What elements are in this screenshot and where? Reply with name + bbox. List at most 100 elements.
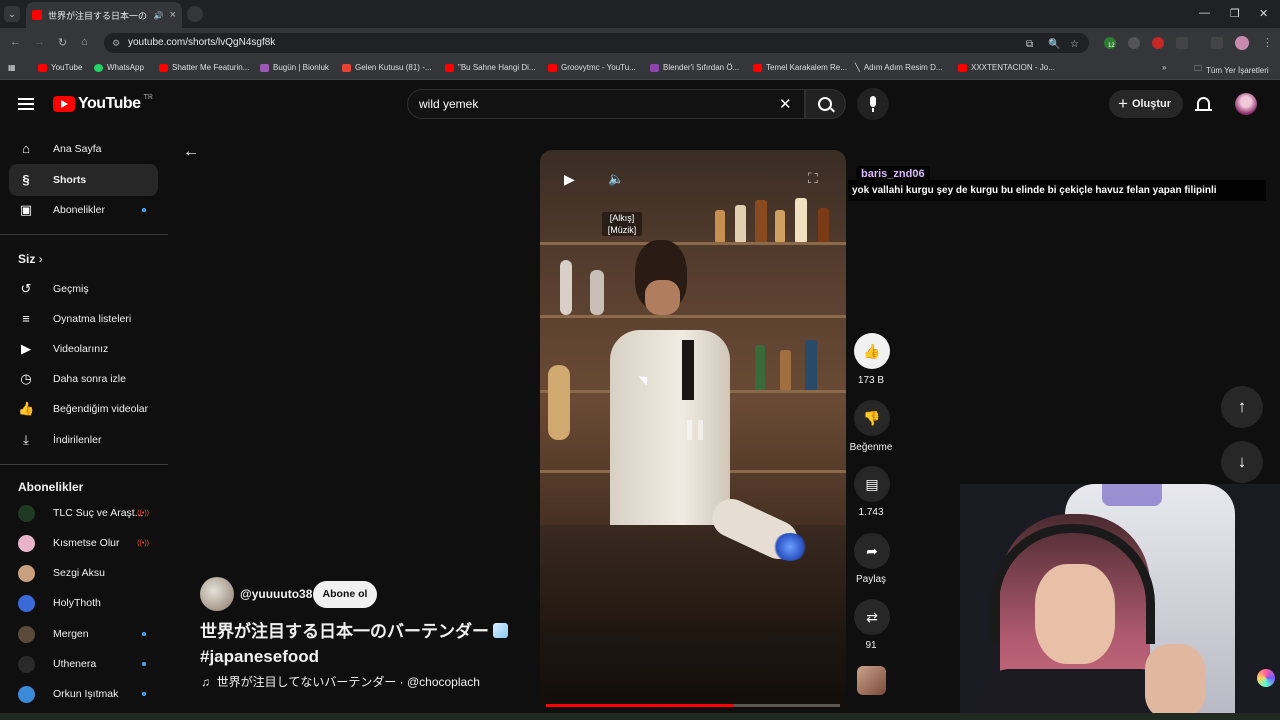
reload-icon[interactable]: ↻ [58, 36, 67, 49]
home-icon[interactable]: ⌂ [81, 36, 88, 48]
extension-icon-2[interactable] [1128, 37, 1140, 49]
progress-bar[interactable] [546, 704, 840, 707]
sidebar-item-subscriptions[interactable]: ▣ Abonelikler [9, 194, 158, 226]
volume-icon[interactable]: 🔈 [608, 171, 624, 187]
bookmark-item[interactable]: "Bu Sahne Hangi Di... [445, 63, 536, 72]
site-info-icon[interactable]: ⚙ [112, 33, 120, 53]
bookmark-item[interactable]: Groovytmc - YouTu... [548, 63, 636, 72]
youtube-logo[interactable]: YouTube TR [53, 94, 153, 113]
account-avatar[interactable] [1235, 93, 1257, 115]
sound-thumbnail[interactable] [857, 666, 886, 695]
bookmark-item[interactable]: Gelen Kutusu (81) -... [342, 63, 431, 72]
bookmark-item[interactable]: Blender'i Sıfırdan Ö... [650, 63, 739, 72]
statue [560, 260, 572, 315]
bookmark-item[interactable]: XXXTENTACION - Jo... [958, 63, 1055, 72]
bookmark-youtube-icon [958, 63, 967, 72]
bottle [805, 340, 817, 390]
music-credit[interactable]: ♫ 世界が注目してないバーテンダー · @chocoplach [201, 673, 480, 690]
bookmark-item[interactable]: Temel Karakalem Re... [753, 63, 847, 72]
hashtag-link[interactable]: #japanesefood [200, 647, 319, 666]
sidebar-channel[interactable]: Orkun Işıtmak [9, 678, 158, 710]
sidebar-item-your-videos[interactable]: ▶ Videolarınız [9, 333, 158, 365]
notifications-bell-icon[interactable] [1195, 97, 1212, 111]
sidebar-channel[interactable]: TLC Suç ve Araşt... ((•)) [9, 497, 158, 529]
dislike-button[interactable]: 👎 [854, 400, 890, 436]
extensions-puzzle-icon[interactable] [1176, 37, 1188, 49]
back-nav-icon[interactable]: ← [10, 36, 21, 48]
thumbs-down-icon: 👎 [863, 410, 881, 426]
fullscreen-icon[interactable]: ⛶ [808, 170, 818, 187]
sidebar-channel[interactable]: HolyThoth [9, 587, 158, 619]
extension-icon-3[interactable] [1152, 37, 1164, 49]
bookmark-star-icon[interactable]: ☆ [1070, 35, 1079, 55]
creator-handle[interactable]: @yuuuuto38 [240, 587, 312, 601]
minimize-icon[interactable]: — [1199, 7, 1210, 19]
new-tab-button[interactable] [187, 6, 203, 22]
previous-short-button[interactable]: ↑ [1221, 386, 1263, 428]
play-icon[interactable]: ▶ [564, 171, 575, 188]
tab-search-button[interactable]: ⌄ [4, 6, 20, 22]
extension-badge: 12 [1108, 43, 1115, 49]
sidebar-item-downloads[interactable]: ⤓ İndirilenler [9, 424, 158, 456]
bookmark-item[interactable]: Shatter Me Featurin... [159, 63, 249, 72]
channel-name: Uthenera [53, 658, 97, 670]
sidebar-item-liked-videos[interactable]: 👍 Beğendiğim videolar [9, 393, 158, 425]
bookmark-item[interactable]: Bugün | Bionluk [260, 63, 329, 72]
next-short-button[interactable]: ↓ [1221, 441, 1263, 483]
clear-search-icon[interactable]: ✕ [779, 95, 792, 113]
bookmark-item[interactable]: YouTube [38, 63, 82, 72]
channel-avatar [18, 504, 35, 522]
speaker-icon[interactable]: 🔊 [154, 11, 164, 20]
voice-search-button[interactable] [857, 88, 889, 120]
sidebar-divider [0, 234, 168, 235]
bookmark-youtube-icon [753, 63, 762, 72]
forward-nav-icon[interactable]: → [34, 36, 45, 48]
sidebar-channel[interactable]: Sezgi Aksu [9, 557, 158, 589]
creator-avatar[interactable] [200, 577, 234, 611]
restore-icon[interactable]: ❐ [1230, 7, 1240, 20]
create-button[interactable]: + Oluştur [1109, 90, 1183, 118]
bookmark-label: Temel Karakalem Re... [766, 63, 847, 72]
shorts-video-player[interactable]: ▶ 🔈 ⛶ [Alkış] [Müzik] [540, 150, 846, 710]
apps-icon[interactable]: ▦ [8, 63, 16, 72]
share-button[interactable]: ➦ [854, 533, 890, 569]
channel-avatar [18, 534, 35, 552]
back-arrow-icon[interactable]: ← [183, 143, 199, 161]
like-count: 173 B [857, 375, 885, 386]
sidebar-item-home[interactable]: ⌂ Ana Sayfa [9, 133, 158, 165]
comments-button[interactable]: ▤ [854, 466, 890, 502]
sidebar-item-history[interactable]: ↺ Geçmiş [9, 273, 158, 305]
hamburger-menu-icon[interactable] [18, 98, 34, 110]
sidebar-channel[interactable]: Mergen [9, 618, 158, 650]
search-button[interactable] [805, 89, 846, 119]
subscribe-button[interactable]: Abone ol [313, 581, 377, 608]
search-input[interactable]: wild yemek [407, 89, 805, 119]
reading-list-icon[interactable] [1211, 37, 1223, 49]
bookmark-label: WhatsApp [107, 63, 144, 72]
close-window-icon[interactable]: ✕ [1259, 7, 1268, 20]
captions: [Alkış] [Müzik] [602, 212, 642, 236]
browser-tab[interactable]: 世界が注目する日本一のバーテ 🔊 × [26, 2, 182, 28]
you-section-title[interactable]: Siz › [18, 252, 43, 266]
sidebar-item-watch-later[interactable]: ◷ Daha sonra izle [9, 363, 158, 395]
profile-avatar[interactable] [1235, 36, 1249, 50]
sidebar-channel[interactable]: Kısmetse Olur ((•)) [9, 527, 158, 559]
like-button[interactable]: 👍 [854, 333, 890, 369]
sidebar-item-label: Oynatma listeleri [53, 313, 132, 325]
bookmark-item[interactable]: WhatsApp [94, 63, 144, 72]
all-bookmarks[interactable]: 🗀 Tüm Yer İşaretleri [1194, 63, 1269, 77]
close-tab-icon[interactable]: × [170, 9, 176, 21]
menu-dots-icon[interactable]: ⋮ [1262, 36, 1273, 49]
sidebar-item-shorts[interactable]: § Shorts [9, 164, 158, 196]
sidebar-channel[interactable]: Uthenera [9, 648, 158, 680]
sidebar-item-playlists[interactable]: ≡ Oynatma listeleri [9, 303, 158, 335]
more-bookmarks-icon[interactable]: » [1162, 63, 1166, 72]
install-icon[interactable]: ⧉ [1026, 35, 1033, 55]
url-bar[interactable]: ⚙ youtube.com/shorts/lvQgN4sgf8k ⧉ 🔍 ☆ [104, 33, 1089, 53]
home-icon: ⌂ [22, 141, 30, 156]
remix-button[interactable]: ⇄ [854, 599, 890, 635]
arrow-down-icon: ↓ [1237, 452, 1247, 471]
zoom-icon[interactable]: 🔍 [1048, 35, 1060, 55]
bookmark-label: Blender'i Sıfırdan Ö... [663, 63, 740, 72]
bookmark-item[interactable]: ╲ Adım Adım Resim D... [855, 63, 943, 72]
